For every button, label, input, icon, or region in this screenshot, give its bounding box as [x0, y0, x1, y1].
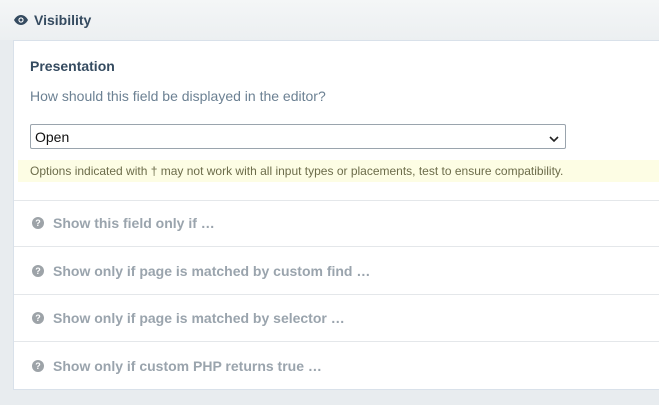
help-icon: ?: [32, 265, 44, 277]
chevron-down-icon: [549, 131, 559, 143]
select-value: Open: [35, 128, 70, 145]
condition-show-field-only-if[interactable]: ? Show this field only if …: [14, 200, 659, 247]
condition-label: Show this field only if …: [53, 215, 215, 231]
presentation-select[interactable]: Open: [30, 124, 566, 149]
condition-label: Show only if page is matched by selector…: [53, 310, 345, 326]
help-icon: ?: [32, 217, 44, 229]
presentation-label: Presentation: [30, 58, 115, 74]
condition-label: Show only if custom PHP returns true …: [53, 357, 322, 374]
condition-label: Show only if page is matched by custom f…: [53, 263, 371, 279]
notes-text: Options indicated with † may not work wi…: [30, 164, 564, 178]
fieldset-title: Visibility: [34, 12, 92, 28]
help-icon: ?: [32, 359, 44, 372]
eye-icon: [14, 13, 28, 27]
condition-custom-php[interactable]: ? Show only if custom PHP returns true …: [14, 342, 659, 389]
presentation-notes: Options indicated with † may not work wi…: [18, 160, 659, 182]
condition-selector[interactable]: ? Show only if page is matched by select…: [14, 295, 659, 342]
visibility-fieldset-header[interactable]: Visibility: [0, 0, 659, 40]
presentation-description: How should this field be displayed in th…: [30, 88, 326, 104]
help-icon: ?: [32, 312, 44, 324]
visibility-panel: Presentation How should this field be di…: [13, 40, 659, 390]
condition-custom-find[interactable]: ? Show only if page is matched by custom…: [14, 248, 659, 295]
